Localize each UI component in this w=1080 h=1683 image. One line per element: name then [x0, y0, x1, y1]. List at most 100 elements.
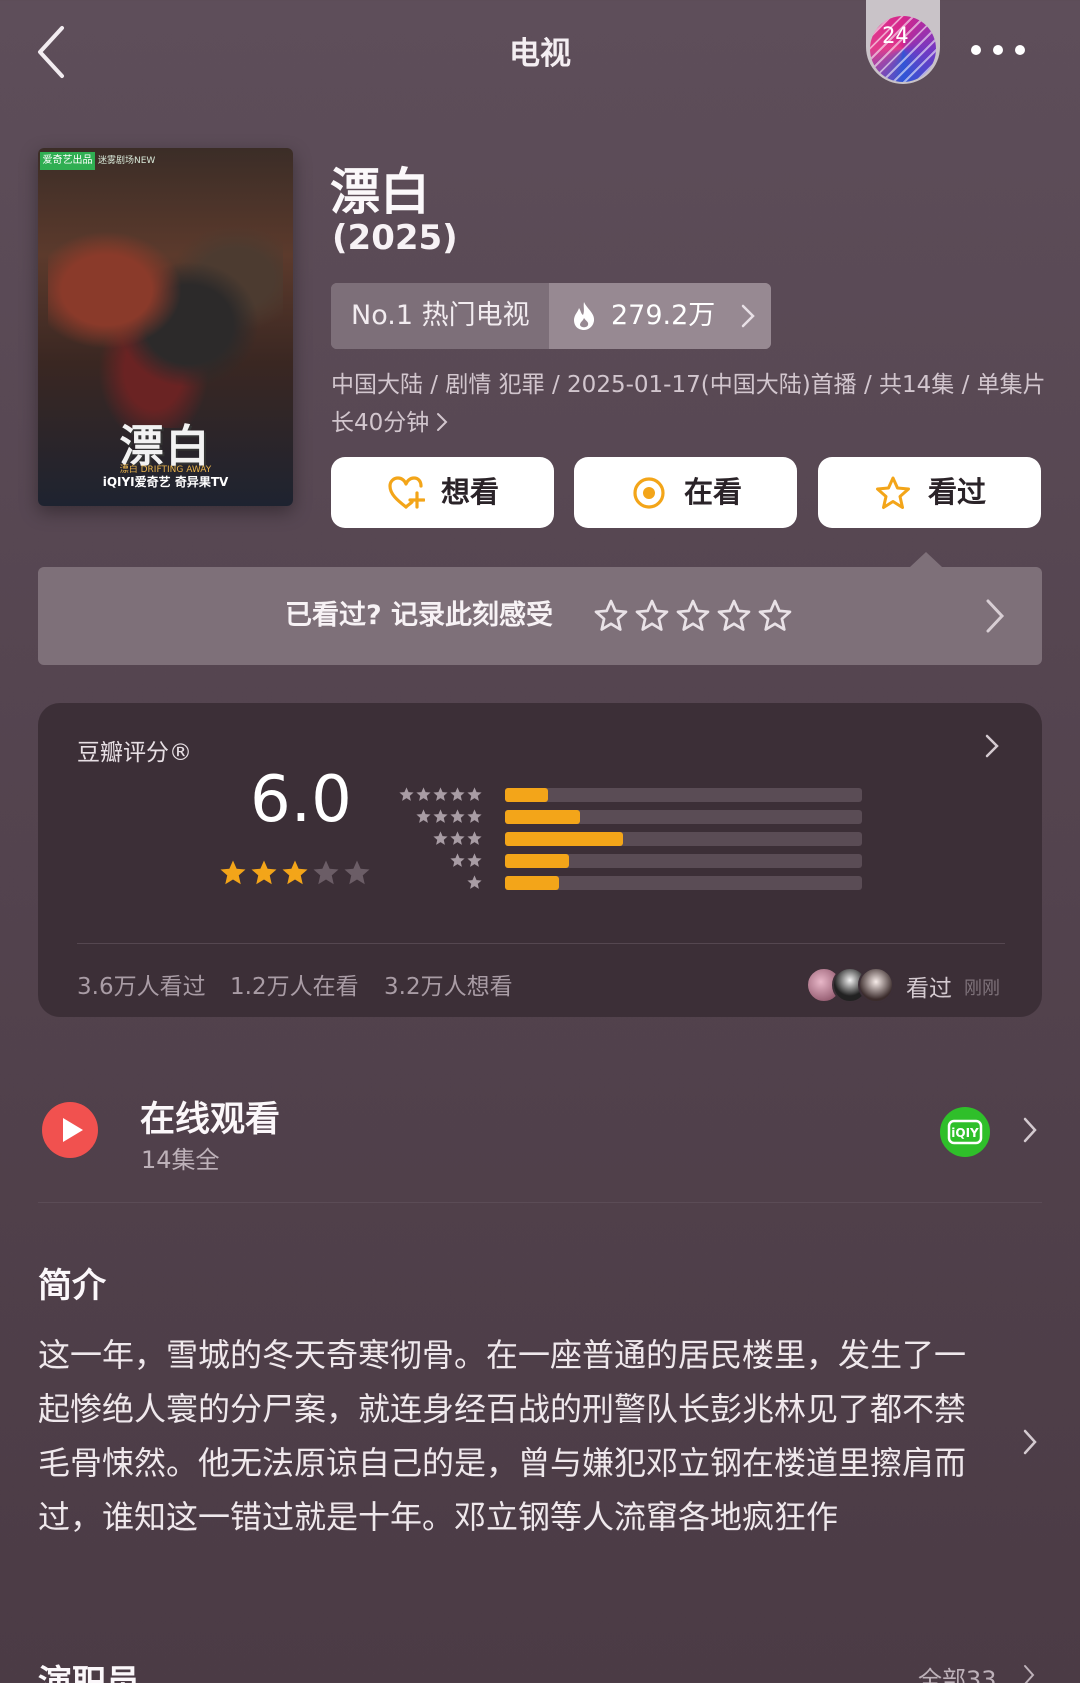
avatar — [858, 967, 894, 1003]
star-small-icon — [467, 787, 482, 801]
star-outline-icon — [876, 476, 910, 509]
chevron-right-icon — [741, 304, 755, 328]
intro-heading: 简介 — [38, 1266, 106, 1306]
rating-row-1-star — [398, 873, 1080, 893]
want-count: 3.2万人想看 — [384, 974, 513, 1000]
star-small-icon — [416, 809, 431, 823]
watched-button[interactable]: 看过 — [818, 457, 1041, 528]
watched-label: 看过 — [928, 475, 987, 509]
rating-row-2-star — [398, 851, 1080, 871]
rating-bar-fill — [505, 854, 570, 868]
intro-text[interactable]: 这一年，雪城的冬天奇寒彻骨。在一座普通的居民楼里，发生了一起惨绝人寰的分尸案，就… — [38, 1328, 973, 1544]
rating-bar-track — [505, 832, 862, 846]
rating-bar-track — [505, 810, 862, 824]
star-filled-icon — [220, 860, 246, 885]
heart-plus-icon — [388, 476, 425, 509]
poster-image[interactable]: 爱奇艺出品 迷雾剧场NEW 漂白 漂白 DRIFTING AWAY iQIYI爱… — [38, 148, 293, 506]
star-empty-icon — [313, 860, 339, 885]
star-small-icon — [416, 787, 431, 801]
target-icon — [633, 477, 665, 509]
rating-bar-track — [505, 854, 862, 868]
recent-avatars[interactable] — [806, 967, 896, 1005]
row-stars — [398, 830, 488, 848]
show-meta[interactable]: 中国大陆 / 剧情 犯罪 / 2025-01-17(中国大陆)首播 / 共14集… — [331, 366, 1046, 442]
star-small-icon — [467, 853, 482, 867]
row-stars — [398, 852, 488, 870]
chevron-right-icon — [986, 599, 1005, 633]
more-options-icon[interactable] — [968, 38, 1028, 62]
cast-all-link[interactable]: 全部33 — [918, 1660, 997, 1683]
star-small-icon — [450, 853, 465, 867]
star-small-icon — [467, 875, 482, 889]
watch-online-title[interactable]: 在线观看 — [140, 1091, 280, 1142]
star-small-icon — [450, 787, 465, 801]
rank-badge[interactable]: No.1 热门电视 279.2万 — [331, 283, 771, 349]
want-label: 想看 — [441, 475, 500, 509]
chevron-right-icon[interactable] — [1022, 1664, 1036, 1683]
rating-row-5-star — [398, 785, 1080, 805]
rating-score: 6.0 — [250, 763, 352, 837]
rating-bar-track — [505, 876, 862, 890]
poster-tag2: 迷雾剧场NEW — [98, 156, 156, 166]
star-small-icon — [433, 809, 448, 823]
record-prompt: 已看过? 记录此刻感受 — [285, 600, 554, 631]
year-badge-icon[interactable]: 24 — [870, 16, 936, 82]
recent-action: 看过 — [906, 976, 952, 1002]
star-small-icon — [450, 809, 465, 823]
star-outline-icon[interactable] — [757, 598, 793, 634]
rating-bar-fill — [505, 810, 580, 824]
flame-icon — [574, 302, 595, 330]
poster-figures — [48, 198, 283, 428]
divider — [38, 1202, 1042, 1203]
star-small-icon — [467, 831, 482, 845]
rating-bar-fill — [505, 876, 559, 890]
star-small-icon — [450, 831, 465, 845]
star-outline-icon[interactable] — [593, 598, 629, 634]
rating-bar-fill — [505, 832, 623, 846]
rating-bar-track — [505, 788, 862, 802]
cast-heading: 演职员 — [38, 1663, 140, 1683]
rating-row-3-star — [398, 829, 1080, 849]
rank-left: No.1 热门电视 — [331, 283, 549, 349]
svg-text:iQIY: iQIY — [951, 1126, 979, 1140]
play-icon[interactable] — [41, 1101, 99, 1159]
chevron-right-icon — [985, 734, 999, 758]
badge-number: 24 — [882, 24, 909, 49]
iqiyi-icon[interactable]: iQIY — [939, 1106, 991, 1158]
row-stars — [398, 808, 488, 826]
show-year: (2025) — [332, 218, 458, 258]
poster-tag: 爱奇艺出品 — [40, 152, 95, 170]
want-to-watch-button[interactable]: 想看 — [331, 457, 554, 528]
douban-rating-card[interactable]: 豆瓣评分® 6.0 3.6万人看过 1.2万人在看 3.2万人想看 看过 刚刚 — [38, 703, 1042, 1017]
row-stars — [398, 874, 488, 892]
rating-row-4-star — [398, 807, 1080, 827]
watching-count: 1.2万人在看 — [230, 974, 359, 1000]
star-outline-icon[interactable] — [675, 598, 711, 634]
watched-count: 3.6万人看过 — [77, 974, 206, 1000]
star-filled-icon — [251, 860, 277, 885]
record-feeling-bar[interactable]: 已看过? 记录此刻感受 — [38, 567, 1042, 665]
rating-label: 豆瓣评分® — [77, 740, 192, 766]
star-empty-icon — [344, 860, 370, 885]
star-small-icon — [467, 809, 482, 823]
star-small-icon — [433, 831, 448, 845]
watching-button[interactable]: 在看 — [574, 457, 797, 528]
chevron-right-icon[interactable] — [1022, 1428, 1038, 1456]
rating-bar-fill — [505, 788, 548, 802]
chevron-right-icon — [437, 413, 448, 431]
show-title: 漂白 — [330, 163, 430, 221]
chevron-right-icon[interactable] — [1022, 1116, 1038, 1144]
poster-footer: iQIYI爱奇艺 奇异果TV — [102, 475, 229, 489]
record-pointer — [910, 552, 942, 567]
star-filled-icon — [282, 860, 308, 885]
divider — [77, 943, 1005, 944]
episode-info: 14集全 — [141, 1146, 220, 1174]
star-outline-icon[interactable] — [716, 598, 752, 634]
heat-value: 279.2万 — [611, 300, 716, 331]
star-small-icon — [399, 787, 414, 801]
watching-label: 在看 — [684, 475, 743, 509]
recent-time: 刚刚 — [964, 978, 1000, 999]
star-small-icon — [433, 787, 448, 801]
star-outline-icon[interactable] — [634, 598, 670, 634]
heat-section: 279.2万 — [549, 283, 771, 349]
